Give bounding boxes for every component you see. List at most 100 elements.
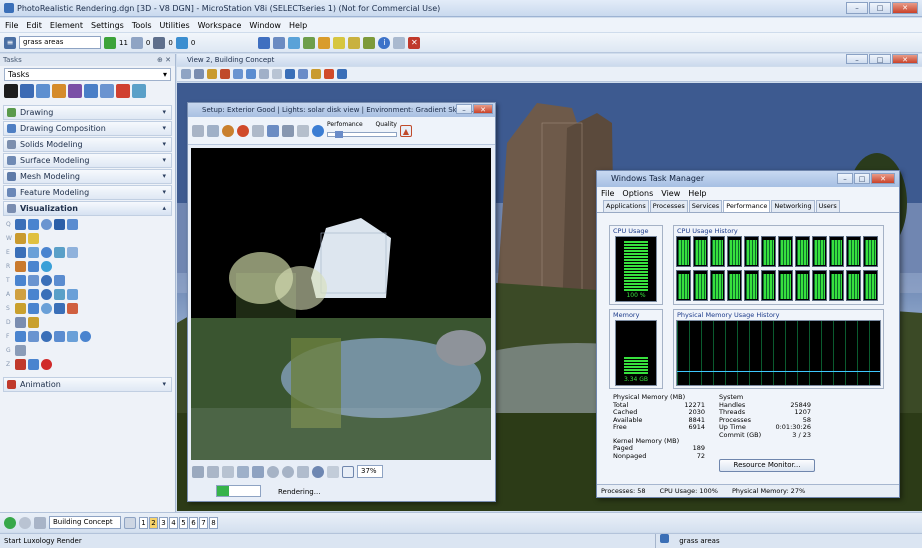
section-mesh-modeling[interactable]: Mesh Modeling ▾: [3, 169, 172, 184]
task-tool-4[interactable]: [52, 84, 66, 98]
viz-tool-icon[interactable]: [41, 358, 52, 370]
viz-tool-icon[interactable]: [28, 316, 39, 328]
history-icon[interactable]: [267, 465, 279, 478]
view-tool-icon-4[interactable]: [220, 69, 230, 79]
view-page-5[interactable]: 5: [179, 516, 188, 529]
slider-thumb[interactable]: [335, 130, 343, 138]
tone-icon[interactable]: [282, 465, 294, 478]
exposure-icon[interactable]: [312, 465, 324, 478]
tm-tab-processes[interactable]: Processes: [649, 200, 688, 212]
section-drawing[interactable]: Drawing ▾: [3, 105, 172, 120]
viz-tool-icon[interactable]: [15, 344, 26, 356]
menu-settings[interactable]: Settings: [91, 21, 124, 30]
section-animation[interactable]: Animation ▾: [3, 377, 172, 392]
tm-tab-applications[interactable]: Applications: [603, 200, 649, 212]
color-icon[interactable]: [104, 36, 116, 49]
viz-tool-icon[interactable]: [54, 288, 65, 300]
section-feature-modeling[interactable]: Feature Modeling ▾: [3, 185, 172, 200]
viz-tool-icon[interactable]: [54, 330, 65, 342]
resource-monitor-button[interactable]: Resource Monitor...: [719, 459, 815, 472]
view-tool-icon-5[interactable]: [233, 69, 243, 79]
view-page-1[interactable]: 1: [139, 516, 148, 529]
viz-tool-icon[interactable]: [67, 218, 78, 230]
viz-tool-icon[interactable]: [28, 274, 39, 286]
viz-tool-icon[interactable]: [15, 358, 26, 370]
tm-close-button[interactable]: ✕: [871, 173, 895, 184]
back-icon[interactable]: [4, 516, 16, 529]
tm-tab-networking[interactable]: Networking: [771, 200, 815, 212]
view-page-7[interactable]: 7: [199, 516, 208, 529]
tool-icon-6[interactable]: [333, 36, 346, 49]
menu-utilities[interactable]: Utilities: [160, 21, 190, 30]
view-tool-icon-3[interactable]: [207, 69, 217, 79]
tm-menu-view[interactable]: View: [661, 187, 680, 200]
view-minimize-button[interactable]: –: [846, 54, 868, 64]
view-tool-icon-12[interactable]: [324, 69, 334, 79]
fit-image-icon[interactable]: [342, 465, 354, 478]
line-style-icon[interactable]: [130, 36, 143, 49]
viz-tool-icon[interactable]: [28, 358, 39, 370]
panel-close-icon[interactable]: ⊕ ✕: [157, 54, 171, 66]
viz-tool-icon[interactable]: [41, 260, 52, 272]
viz-tool-icon[interactable]: [28, 330, 39, 342]
menu-workspace[interactable]: Workspace: [198, 21, 242, 30]
viz-tool-icon[interactable]: [15, 330, 26, 342]
view-page-4[interactable]: 4: [169, 516, 178, 529]
minimize-button[interactable]: –: [846, 2, 868, 14]
task-tool-5[interactable]: [68, 84, 82, 98]
compare-icon[interactable]: [237, 465, 249, 478]
task-tool-8[interactable]: [116, 84, 130, 98]
lock-icon[interactable]: [297, 124, 309, 137]
material-icon[interactable]: [267, 124, 279, 137]
viz-tool-icon[interactable]: [28, 288, 39, 300]
tm-tab-performance[interactable]: Performance: [723, 200, 771, 212]
crop-icon[interactable]: [252, 465, 264, 478]
view-tool-icon-9[interactable]: [285, 69, 295, 79]
viz-tool-icon[interactable]: [41, 246, 52, 258]
viz-tool-icon[interactable]: [54, 246, 65, 258]
viz-tool-icon[interactable]: [41, 274, 52, 286]
viz-tool-icon[interactable]: [28, 246, 39, 258]
view-close-button[interactable]: ✕: [892, 54, 918, 64]
menu-element[interactable]: Element: [50, 21, 83, 30]
zoom-combo[interactable]: 37%: [357, 465, 383, 478]
tasks-dropdown[interactable]: Tasks ▾: [4, 68, 171, 81]
viz-tool-icon[interactable]: [67, 288, 78, 300]
task-tool-6[interactable]: [84, 84, 98, 98]
tm-tab-services[interactable]: Services: [688, 200, 723, 212]
view-group-combo[interactable]: Building Concept: [49, 516, 121, 529]
close-all-icon[interactable]: ✕: [408, 36, 421, 49]
tool-icon-2[interactable]: [273, 36, 286, 49]
globe-icon[interactable]: [312, 124, 324, 137]
section-surface-modeling[interactable]: Surface Modeling ▾: [3, 153, 172, 168]
task-tool-9[interactable]: [132, 84, 146, 98]
viz-tool-icon[interactable]: [15, 316, 26, 328]
viz-tool-icon[interactable]: [28, 260, 39, 272]
level-combo[interactable]: grass areas: [19, 36, 101, 49]
viz-tool-icon[interactable]: [15, 246, 26, 258]
view-page-2[interactable]: 2: [149, 516, 158, 529]
viz-tool-icon[interactable]: [41, 218, 52, 230]
viz-tool-icon[interactable]: [15, 232, 26, 244]
view-tool-icon-13[interactable]: [337, 69, 347, 79]
view-groups-icon[interactable]: [34, 516, 46, 529]
task-tool-3[interactable]: [36, 84, 50, 98]
viz-tool-icon[interactable]: [80, 330, 91, 342]
viz-tool-icon[interactable]: [15, 288, 26, 300]
section-solids-modeling[interactable]: Solids Modeling ▾: [3, 137, 172, 152]
viz-tool-icon[interactable]: [15, 218, 26, 230]
viz-tool-icon[interactable]: [15, 260, 26, 272]
viz-tool-icon[interactable]: [67, 330, 78, 342]
viz-tool-icon[interactable]: [67, 246, 78, 258]
tool-icon-9[interactable]: [393, 36, 406, 49]
level-manager-icon[interactable]: ≡: [4, 36, 16, 49]
line-weight-icon[interactable]: [153, 36, 166, 49]
forward-icon[interactable]: [19, 516, 31, 529]
close-button[interactable]: ✕: [892, 2, 918, 14]
viz-tool-icon[interactable]: [41, 288, 52, 300]
print-icon[interactable]: [222, 465, 234, 478]
section-drawing-composition[interactable]: Drawing Composition ▾: [3, 121, 172, 136]
tool-icon-5[interactable]: [318, 36, 331, 49]
view-tool-icon-7[interactable]: [259, 69, 269, 79]
quality-slider[interactable]: Perfomance Quality: [327, 121, 397, 141]
